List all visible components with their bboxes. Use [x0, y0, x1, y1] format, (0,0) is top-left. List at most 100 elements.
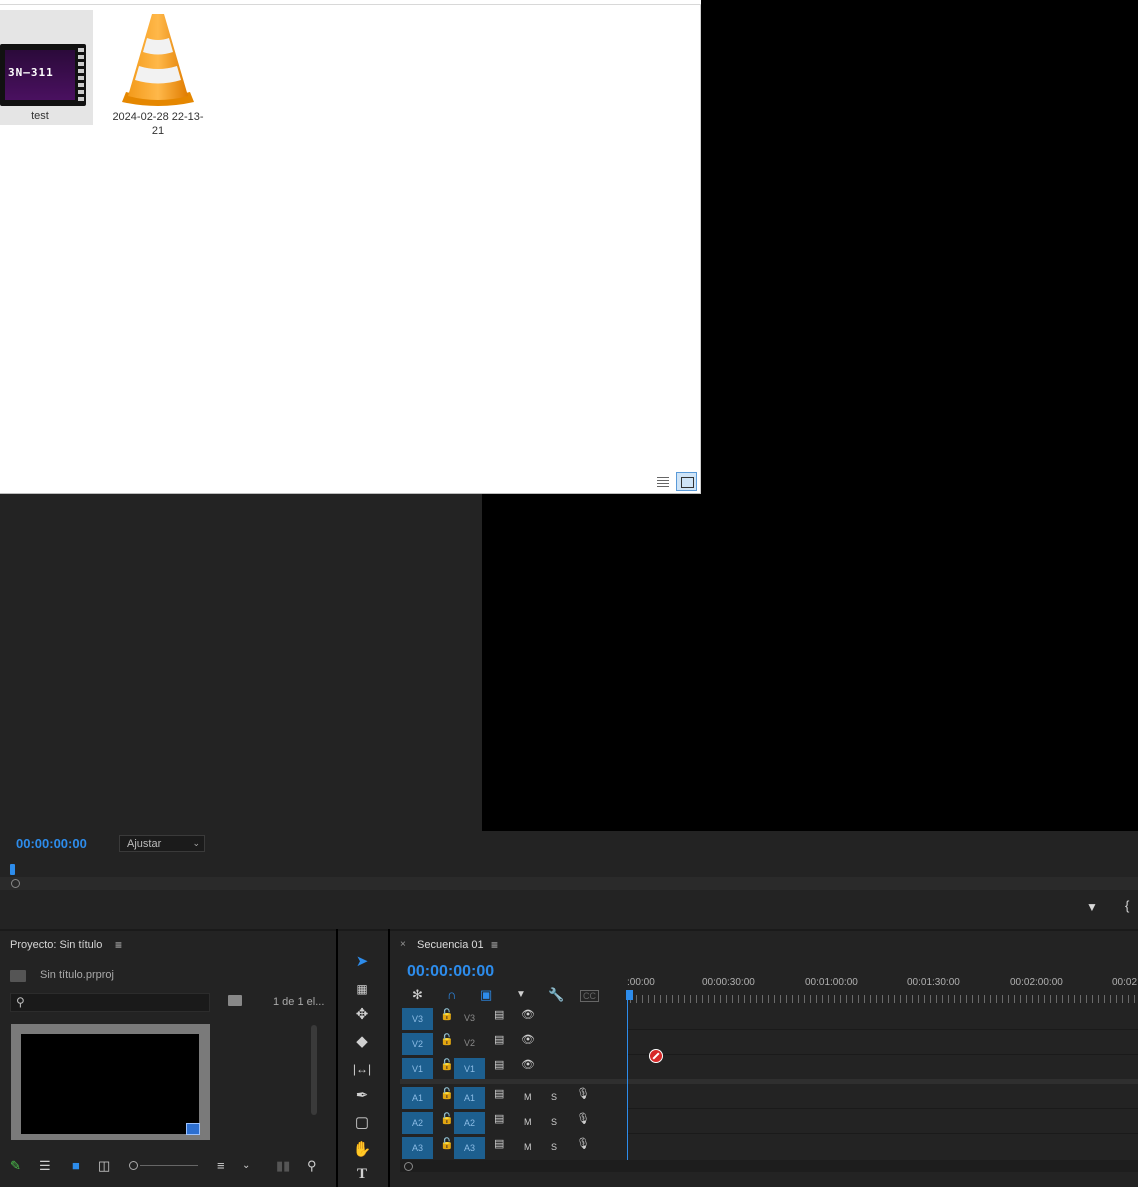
- close-icon[interactable]: ×: [400, 939, 406, 950]
- film-strip-icon: [78, 48, 84, 102]
- lock-icon[interactable]: 🔓: [440, 1087, 454, 1100]
- add-marker-icon[interactable]: ▼: [516, 989, 526, 1000]
- hand-tool-icon[interactable]: ✋: [352, 1140, 372, 1160]
- new-bin-icon[interactable]: [228, 995, 242, 1006]
- source-patch[interactable]: A3: [402, 1137, 433, 1159]
- lock-icon[interactable]: 🔓: [440, 1137, 454, 1150]
- project-search-input[interactable]: [10, 993, 210, 1012]
- sync-lock-icon[interactable]: ▤: [494, 1008, 504, 1021]
- panel-menu-icon[interactable]: ≡: [491, 938, 498, 952]
- timeline-playhead[interactable]: [626, 990, 633, 1000]
- mute-button[interactable]: M: [524, 1142, 532, 1152]
- sync-lock-icon[interactable]: ▤: [494, 1033, 504, 1046]
- microphone-icon[interactable]: 🎙: [576, 1137, 590, 1150]
- explorer-top-border: [0, 0, 701, 5]
- sync-lock-icon[interactable]: ▤: [494, 1087, 504, 1100]
- large-icons-view-icon[interactable]: [676, 472, 697, 491]
- lock-icon[interactable]: 🔓: [440, 1112, 454, 1125]
- rectangle-tool-icon[interactable]: ▢: [352, 1113, 372, 1133]
- sync-lock-icon[interactable]: ▤: [494, 1112, 504, 1125]
- solo-button[interactable]: S: [551, 1117, 557, 1127]
- ruler-label: 00:01:00:00: [805, 977, 858, 988]
- eye-icon[interactable]: 👁: [521, 1033, 535, 1046]
- automate-to-sequence-icon[interactable]: ▮▮: [276, 1158, 290, 1174]
- panel-menu-icon[interactable]: ≡: [115, 938, 122, 952]
- audio-track-a3[interactable]: A3 🔓 A3 ▤ M S 🎙: [400, 1135, 1138, 1159]
- eye-icon[interactable]: 👁: [521, 1058, 535, 1071]
- nest-icon[interactable]: ✻: [412, 987, 423, 1003]
- track-select-tool-icon[interactable]: ▦: [352, 979, 372, 999]
- sort-icon[interactable]: ≡: [217, 1158, 225, 1173]
- slip-tool-icon[interactable]: |↔|: [352, 1059, 372, 1079]
- details-view-icon[interactable]: [656, 475, 670, 488]
- type-tool-icon[interactable]: T: [352, 1164, 372, 1184]
- timeline-timecode[interactable]: 00:00:00:00: [407, 963, 494, 981]
- mark-in-icon[interactable]: {: [1125, 898, 1129, 913]
- pen-tool-icon[interactable]: ✒: [352, 1086, 372, 1106]
- video-audio-divider[interactable]: [400, 1079, 1138, 1084]
- file-item-vlc-recording[interactable]: 2024-02-28 22-13-21: [112, 10, 204, 140]
- monitor-scrub-bar[interactable]: [0, 877, 1138, 890]
- lock-icon[interactable]: 🔓: [440, 1058, 454, 1071]
- source-patch[interactable]: V2: [402, 1033, 433, 1055]
- lock-icon[interactable]: 🔓: [440, 1033, 454, 1046]
- find-icon[interactable]: ⚲: [307, 1158, 317, 1174]
- zoom-slider[interactable]: [129, 1159, 201, 1171]
- selection-tool-icon[interactable]: ➤: [352, 952, 372, 972]
- thumbnail-text: 3N–311: [8, 66, 54, 79]
- icon-view-icon[interactable]: ■: [72, 1158, 80, 1173]
- video-track-v2[interactable]: V2 🔓 V2 ▤ 👁: [400, 1031, 1138, 1055]
- track-name[interactable]: V2: [464, 1038, 475, 1048]
- project-item-thumbnail[interactable]: [11, 1024, 210, 1140]
- mute-button[interactable]: M: [524, 1117, 532, 1127]
- track-target[interactable]: A1: [454, 1087, 485, 1109]
- list-view-icon[interactable]: ☰: [39, 1158, 51, 1174]
- captions-icon[interactable]: CC: [580, 990, 599, 1002]
- monitor-playhead[interactable]: [10, 864, 15, 875]
- sync-lock-icon[interactable]: ▤: [494, 1137, 504, 1150]
- video-track-v3[interactable]: V3 🔓 V3 ▤ 👁: [400, 1006, 1138, 1030]
- source-patch[interactable]: A1: [402, 1087, 433, 1109]
- video-track-v1[interactable]: V1 🔓 V1 ▤ 👁: [400, 1056, 1138, 1080]
- linked-selection-icon[interactable]: ▣: [480, 987, 492, 1003]
- chevron-down-icon[interactable]: ⌄: [242, 1160, 250, 1171]
- solo-button[interactable]: S: [551, 1142, 557, 1152]
- add-marker-icon[interactable]: ▼: [1086, 900, 1098, 914]
- fit-zoom-select[interactable]: Ajustar ⌄: [119, 835, 205, 852]
- ruler-label: 00:02: [1112, 977, 1138, 988]
- lock-icon[interactable]: 🔓: [440, 1008, 454, 1021]
- track-target[interactable]: A3: [454, 1137, 485, 1159]
- eye-icon[interactable]: 👁: [521, 1008, 535, 1021]
- microphone-icon[interactable]: 🎙: [576, 1087, 590, 1100]
- track-target[interactable]: V1: [454, 1058, 485, 1080]
- sync-lock-icon[interactable]: ▤: [494, 1058, 504, 1071]
- tab-sequence[interactable]: Secuencia 01: [417, 939, 484, 951]
- ripple-edit-tool-icon[interactable]: ✥: [352, 1005, 372, 1025]
- settings-wrench-icon[interactable]: 🔧: [548, 987, 564, 1003]
- solo-button[interactable]: S: [551, 1092, 557, 1102]
- vlc-cone-icon: [122, 14, 194, 106]
- track-name[interactable]: V3: [464, 1013, 475, 1023]
- source-patch[interactable]: A2: [402, 1112, 433, 1134]
- monitor-zoom-handle[interactable]: [11, 879, 20, 888]
- mute-button[interactable]: M: [524, 1092, 532, 1102]
- snap-icon[interactable]: ∩: [447, 987, 456, 1002]
- pencil-icon[interactable]: ✎: [10, 1158, 21, 1174]
- microphone-icon[interactable]: 🎙: [576, 1112, 590, 1125]
- file-label: 2024-02-28 22-13-21: [112, 111, 204, 137]
- file-item-test[interactable]: 3N–311 test: [0, 10, 93, 125]
- program-monitor-timecode[interactable]: 00:00:00:00: [16, 836, 87, 851]
- source-patch[interactable]: V3: [402, 1008, 433, 1030]
- video-thumbnail: 3N–311: [0, 44, 86, 106]
- freeform-view-icon[interactable]: ◫: [98, 1158, 110, 1174]
- timeline-horizontal-scrollbar[interactable]: [400, 1160, 1138, 1172]
- timeline-zoom-handle[interactable]: [404, 1162, 413, 1171]
- razor-tool-icon[interactable]: ◆: [352, 1032, 372, 1052]
- project-scrollbar[interactable]: [311, 1025, 317, 1115]
- track-target[interactable]: A2: [454, 1112, 485, 1134]
- source-patch[interactable]: V1: [402, 1058, 433, 1080]
- audio-track-a1[interactable]: A1 🔓 A1 ▤ M S 🎙: [400, 1085, 1138, 1109]
- ruler-label: 00:00:30:00: [702, 977, 755, 988]
- audio-track-a2[interactable]: A2 🔓 A2 ▤ M S 🎙: [400, 1110, 1138, 1134]
- project-panel-title[interactable]: Proyecto: Sin título: [10, 939, 102, 951]
